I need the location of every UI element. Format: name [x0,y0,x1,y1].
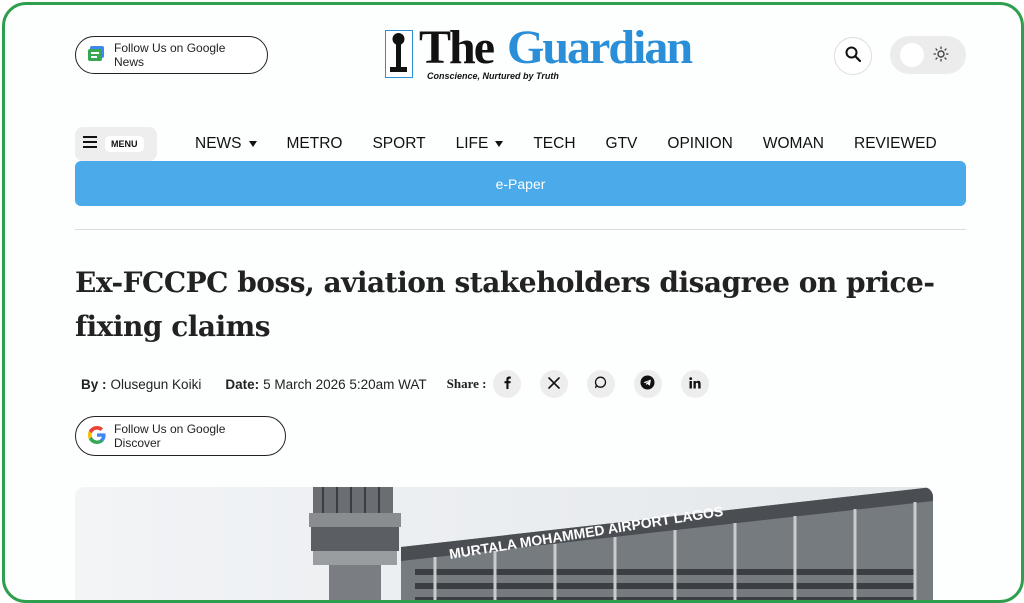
nav-label: METRO [286,135,343,152]
share-whatsapp-button[interactable] [586,370,615,398]
google-discover-follow-button[interactable]: Follow Us on Google Discover [75,416,286,456]
epaper-button[interactable]: e-Paper [75,161,966,206]
nav-item-metro[interactable]: METRO [287,135,343,153]
share-telegram-button[interactable] [633,370,662,398]
nav-label: REVIEWED [854,135,937,152]
share-label: Share : [446,376,487,391]
share-facebook-button[interactable] [492,370,521,398]
date-label: Date: [225,376,260,392]
main-nav: NEWS METRO SPORT LIFE TECH GTV OPINION W… [195,135,967,153]
whatsapp-icon [594,376,607,392]
logo-tagline: Conscience, Nurtured by Truth [427,71,559,81]
menu-button[interactable]: MENU [75,127,157,161]
share-linkedin-button[interactable] [680,370,709,398]
google-news-follow-button[interactable]: Follow Us on Google News [75,36,268,74]
hamburger-icon [83,135,97,153]
page-frame: Follow Us on Google News The Guardian Co… [2,2,1024,603]
caret-down-icon [248,141,257,147]
logo-word-guardian: Guardian [507,21,693,74]
x-icon [547,376,560,392]
header-divider [75,229,966,230]
article-date: 5 March 2026 5:20am WAT [263,376,427,392]
linkedin-icon [688,376,701,392]
article-hero-image: MURTALA MOHAMMED AIRPORT LAGOS [75,487,933,600]
search-button[interactable] [834,37,872,75]
google-icon [88,425,106,447]
google-discover-label: Follow Us on Google Discover [114,422,226,450]
nav-item-life[interactable]: LIFE [456,135,504,153]
site-logo[interactable]: The Guardian Conscience, Nurtured by Tru… [383,21,723,86]
byline-label: By : [81,376,107,392]
logo-word-the: The [419,21,495,74]
facebook-icon [502,376,512,392]
nav-label: GTV [605,135,638,152]
sun-icon [933,46,949,67]
nav-item-gtv[interactable]: GTV [606,135,638,153]
caret-down-icon [495,141,504,147]
telegram-icon [640,375,655,393]
nav-label: NEWS [195,135,242,152]
search-icon [845,46,862,67]
nav-item-tech[interactable]: TECH [533,135,575,153]
theme-toggle[interactable] [890,36,966,74]
nav-label: TECH [533,135,576,152]
nav-item-opinion[interactable]: OPINION [667,135,732,153]
author-name[interactable]: Olusegun Koiki [111,377,202,392]
logo-emblem-icon [385,30,413,78]
toggle-knob [900,43,924,67]
nav-item-reviewed[interactable]: REVIEWED [854,135,937,153]
google-news-icon [88,45,106,65]
nav-label: LIFE [455,135,489,152]
nav-label: OPINION [667,135,733,152]
article-meta: By : Olusegun Koiki Date: 5 March 2026 5… [81,370,728,398]
nav-label: SPORT [372,135,426,152]
article-headline: Ex-FCCPC boss, aviation stakeholders dis… [75,266,935,343]
nav-item-news[interactable]: NEWS [195,135,257,153]
nav-label: WOMAN [762,135,824,152]
nav-item-woman[interactable]: WOMAN [763,135,824,153]
nav-item-sport[interactable]: SPORT [372,135,425,153]
menu-label: MENU [105,136,144,152]
google-news-label: Follow Us on Google News [114,41,226,69]
share-x-button[interactable] [539,370,568,398]
